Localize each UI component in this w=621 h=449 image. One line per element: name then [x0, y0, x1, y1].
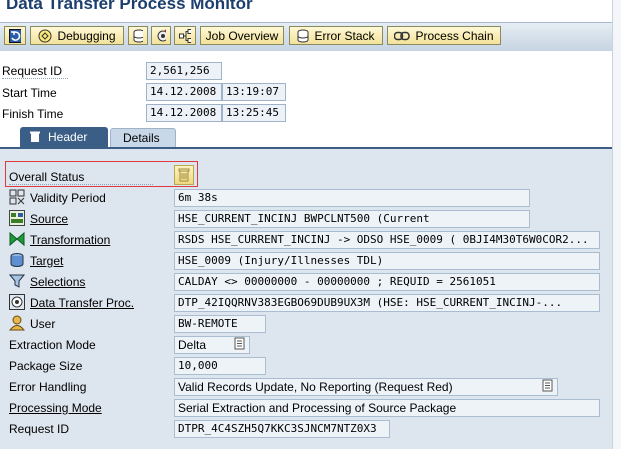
- dtp-icon: [9, 294, 25, 310]
- transformation-label[interactable]: Transformation: [30, 233, 110, 247]
- error-stack-label: Error Stack: [314, 28, 375, 43]
- refresh-button[interactable]: [4, 26, 26, 45]
- target-label[interactable]: Target: [30, 254, 63, 268]
- user-label: User: [30, 317, 56, 331]
- finish-date-field[interactable]: 14.12.2008: [146, 104, 222, 122]
- tab-details[interactable]: Details: [110, 128, 176, 147]
- right-border: [612, 0, 621, 449]
- process-chain-button[interactable]: Process Chain: [387, 26, 501, 45]
- settings-button[interactable]: [151, 26, 171, 45]
- overall-status-label: Overall Status: [9, 170, 153, 185]
- data-transfer-proc-value[interactable]: DTP_42IQQRNV383EGBO69DUB9UX3M (HSE: HSE_…: [174, 294, 600, 312]
- debug-icon: [38, 29, 52, 43]
- title-bar: Data Transfer Process Monitor: [0, 0, 621, 22]
- processing-mode-label[interactable]: Processing Mode: [9, 401, 102, 415]
- job-overview-button[interactable]: Job Overview: [200, 26, 284, 45]
- transformation-value[interactable]: RSDS HSE_CURRENT_INCINJ -> ODSO HSE_0009…: [174, 231, 600, 249]
- status-trash-icon: [178, 168, 190, 182]
- filter-icon: [9, 274, 25, 288]
- validity-period-label: Validity Period: [30, 191, 106, 205]
- dropdown-icon[interactable]: [234, 337, 246, 351]
- application-toolbar: Debugging Job Overview Error Stack Proce…: [0, 22, 612, 52]
- finish-time-label: Finish Time: [2, 107, 64, 121]
- refresh-icon: [9, 28, 21, 43]
- job-overview-label: Job Overview: [205, 28, 279, 43]
- selections-label[interactable]: Selections: [30, 275, 85, 289]
- database-icon: [133, 29, 143, 42]
- extraction-mode-label: Extraction Mode: [9, 338, 96, 352]
- start-time-label: Start Time: [2, 86, 57, 100]
- database-button[interactable]: [128, 26, 148, 45]
- chain-icon: [394, 31, 411, 41]
- trash-icon: [30, 131, 40, 143]
- validity-period-value[interactable]: 6m 38s: [174, 189, 530, 207]
- hierarchy-icon: [179, 28, 191, 43]
- error-handling-dropdown[interactable]: Valid Records Update, No Reporting (Requ…: [174, 378, 558, 396]
- selections-value[interactable]: CALDAY <> 00000000 - 00000000 ; REQUID =…: [174, 273, 600, 291]
- start-time-field[interactable]: 13:19:07: [222, 83, 286, 101]
- request-header: [0, 51, 612, 129]
- error-handling-value: Valid Records Update, No Reporting (Requ…: [178, 380, 453, 394]
- error-stack-icon: [297, 29, 309, 43]
- request-id-label: Request ID: [2, 64, 68, 79]
- user-icon: [9, 315, 25, 331]
- error-stack-button[interactable]: Error Stack: [289, 26, 383, 45]
- request-id-field[interactable]: 2,561,256: [146, 62, 222, 80]
- hierarchy-button[interactable]: [174, 26, 196, 45]
- extraction-mode-value: Delta: [178, 338, 207, 352]
- process-chain-label: Process Chain: [415, 28, 494, 43]
- dtp-request-id-value[interactable]: DTPR_4C4SZH5Q7KKC3SJNCM7NTZ0X3: [174, 420, 390, 438]
- target-value[interactable]: HSE_0009 (Injury/Illnesses TDL): [174, 252, 600, 270]
- source-value[interactable]: HSE_CURRENT_INCINJ BWPCLNT500 (Current: [174, 210, 530, 228]
- user-value[interactable]: BW-REMOTE: [174, 315, 266, 333]
- target-icon: [10, 253, 24, 267]
- gear-icon: [157, 28, 166, 41]
- package-size-value[interactable]: 10,000: [174, 357, 266, 375]
- data-transfer-proc-label[interactable]: Data Transfer Proc.: [30, 296, 134, 310]
- finish-time-field[interactable]: 13:25:45: [222, 104, 286, 122]
- tab-header-label: Header: [48, 130, 88, 144]
- source-label[interactable]: Source: [30, 212, 68, 226]
- debugging-label: Debugging: [57, 28, 116, 43]
- tab-details-label: Details: [123, 131, 160, 145]
- dtp-request-id-label: Request ID: [9, 422, 70, 436]
- grid-icon: [9, 189, 25, 205]
- package-size-label: Package Size: [9, 359, 83, 373]
- error-handling-label: Error Handling: [9, 380, 87, 394]
- status-indicator[interactable]: [174, 165, 194, 185]
- tab-header[interactable]: Header: [20, 127, 108, 147]
- processing-mode-value[interactable]: Serial Extraction and Processing of Sour…: [174, 399, 600, 417]
- transformation-icon: [9, 231, 25, 247]
- error-handling-dropdown-icon[interactable]: [542, 379, 554, 393]
- start-date-field[interactable]: 14.12.2008: [146, 83, 222, 101]
- source-icon: [9, 210, 25, 226]
- window-title: Data Transfer Process Monitor: [6, 0, 253, 13]
- debugging-button[interactable]: Debugging: [30, 26, 124, 45]
